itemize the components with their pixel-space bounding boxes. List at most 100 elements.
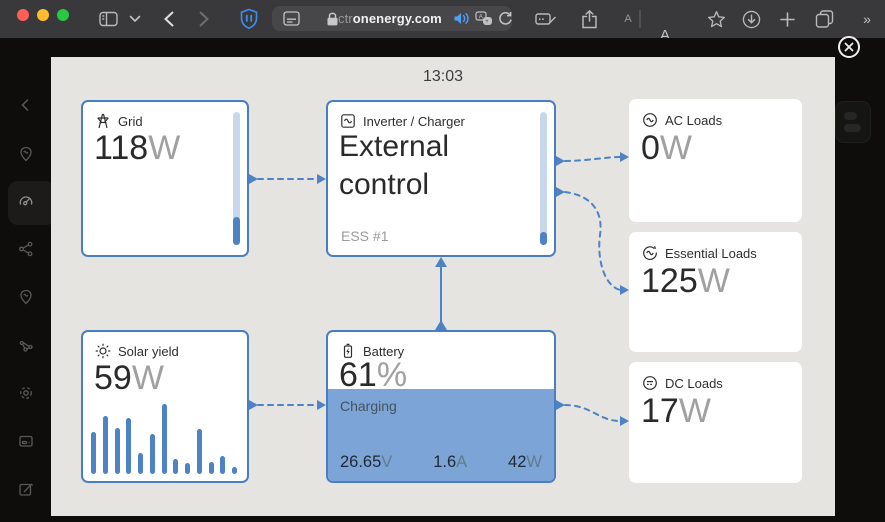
url-prefix: ctr [338, 11, 353, 26]
solar-bar [103, 416, 108, 474]
overlay-time: 13:03 [51, 68, 835, 86]
battery-soc-fill: Charging 26.65V 1.6A 42W [328, 389, 554, 481]
url-text[interactable]: ctronenergy.com [338, 6, 442, 31]
battery-state: Charging [340, 398, 397, 414]
text-larger[interactable]: A [649, 0, 669, 38]
essential-loads-header: Essential Loads [642, 245, 757, 261]
tab-chevron-icon[interactable] [126, 0, 144, 38]
solar-bar [232, 467, 237, 474]
solar-bar [126, 418, 131, 474]
inverter-gauge-fill [540, 232, 547, 245]
share-nodes-icon[interactable] [18, 241, 34, 257]
essential-loads-label: Essential Loads [665, 246, 757, 261]
grid-card-header: Grid [95, 113, 143, 129]
solar-bar [209, 462, 214, 474]
text-size-divider [638, 0, 642, 38]
audio-playing-icon[interactable] [451, 6, 471, 31]
dc-loads-header: DC Loads [642, 375, 723, 391]
solar-bar [91, 432, 96, 474]
translate-icon[interactable]: A+ [473, 6, 495, 31]
dc-loads-icon [642, 375, 658, 391]
inverter-sub-label: ESS #1 [341, 228, 388, 244]
solar-history-bar-chart [91, 402, 237, 474]
privacy-shield-icon[interactable] [236, 0, 262, 38]
solar-label: Solar yield [118, 344, 179, 359]
window-minimize-button[interactable] [37, 9, 49, 21]
new-tab-icon[interactable] [777, 0, 797, 38]
inverter-card[interactable]: Inverter / Charger External control ESS … [326, 100, 556, 257]
grid-gauge-fill [233, 217, 240, 245]
solar-bar [162, 404, 167, 474]
inverter-card-header: Inverter / Charger [340, 113, 465, 129]
solar-yield-card[interactable]: Solar yield 59W [81, 330, 249, 483]
edit-icon[interactable] [18, 481, 34, 497]
topology-icon[interactable] [18, 338, 34, 354]
inverter-icon [340, 113, 356, 129]
essential-loads-card[interactable]: Essential Loads 125W [629, 232, 802, 352]
map-pin-icon[interactable] [18, 289, 34, 305]
svg-text:A: A [479, 13, 484, 20]
ac-loads-label: AC Loads [665, 113, 722, 128]
browser-toolbar: ctronenergy.com A+ A A » [0, 0, 885, 39]
dc-loads-card[interactable]: DC Loads 17W [629, 362, 802, 483]
solar-bar [197, 429, 202, 474]
location-pin-icon[interactable] [18, 146, 34, 162]
share-icon[interactable] [577, 0, 601, 38]
text-smaller[interactable]: A [619, 0, 637, 38]
grid-label: Grid [118, 114, 143, 129]
forward-icon[interactable] [193, 0, 215, 38]
favorites-star-icon[interactable] [705, 0, 727, 38]
dc-loads-value: 17W [641, 392, 711, 431]
svg-text:+: + [485, 19, 489, 25]
ghost-toggle-icon [844, 124, 861, 132]
window-zoom-button[interactable] [57, 9, 69, 21]
remote-console-icon[interactable] [18, 433, 34, 449]
solar-bar [185, 463, 190, 474]
solar-bar [173, 459, 178, 474]
tab-overview-icon[interactable] [812, 0, 836, 38]
battery-voltage: 26.65V [340, 453, 392, 472]
battery-card[interactable]: Battery 61% Charging 26.65V 1.6A 42W [326, 330, 556, 483]
dashboard-gauge-icon[interactable] [18, 193, 34, 209]
inverter-label: Inverter / Charger [363, 114, 465, 129]
autofill-icon[interactable] [533, 0, 559, 38]
grid-gauge [233, 112, 240, 245]
sun-icon [95, 343, 111, 359]
back-icon[interactable] [158, 0, 180, 38]
layers-toggle-ghost-button[interactable] [835, 101, 871, 143]
solar-bar [220, 456, 225, 474]
grid-card[interactable]: Grid 118W [81, 100, 249, 257]
gear-icon[interactable] [18, 385, 34, 401]
ghost-toggle-icon [844, 112, 857, 120]
close-icon [844, 42, 854, 52]
grid-pylon-icon [95, 113, 111, 129]
back-chevron-icon[interactable] [18, 97, 34, 113]
reload-icon[interactable] [496, 6, 514, 31]
sidebar-toggle-icon[interactable] [96, 0, 120, 38]
solar-card-header: Solar yield [95, 343, 179, 359]
solar-bar [150, 434, 155, 474]
ac-loads-header: AC Loads [642, 112, 722, 128]
reader-icon[interactable] [280, 6, 302, 31]
inverter-gauge [540, 112, 547, 245]
downloads-icon[interactable] [740, 0, 762, 38]
essential-loads-value: 125W [641, 262, 730, 301]
grid-value: 118W [94, 129, 180, 168]
more-tools-icon[interactable]: » [856, 0, 878, 38]
solar-bar [115, 428, 120, 474]
essential-loads-icon [642, 245, 658, 261]
battery-stats: 26.65V 1.6A 42W [340, 453, 542, 472]
dc-loads-label: DC Loads [665, 376, 723, 391]
solar-bar [138, 453, 143, 474]
battery-current: 1.6A [433, 453, 467, 472]
window-close-button[interactable] [17, 9, 29, 21]
system-overview-panel: 13:03 Grid [51, 57, 835, 516]
address-bar[interactable]: ctronenergy.com A+ [272, 6, 512, 31]
ac-loads-value: 0W [641, 129, 692, 168]
battery-power: 42W [508, 453, 542, 472]
solar-value: 59W [94, 359, 164, 398]
inverter-state: External control [339, 128, 520, 204]
url-domain: onenergy.com [353, 11, 442, 26]
ac-loads-card[interactable]: AC Loads 0W [629, 99, 802, 222]
close-overlay-button[interactable] [838, 36, 860, 58]
